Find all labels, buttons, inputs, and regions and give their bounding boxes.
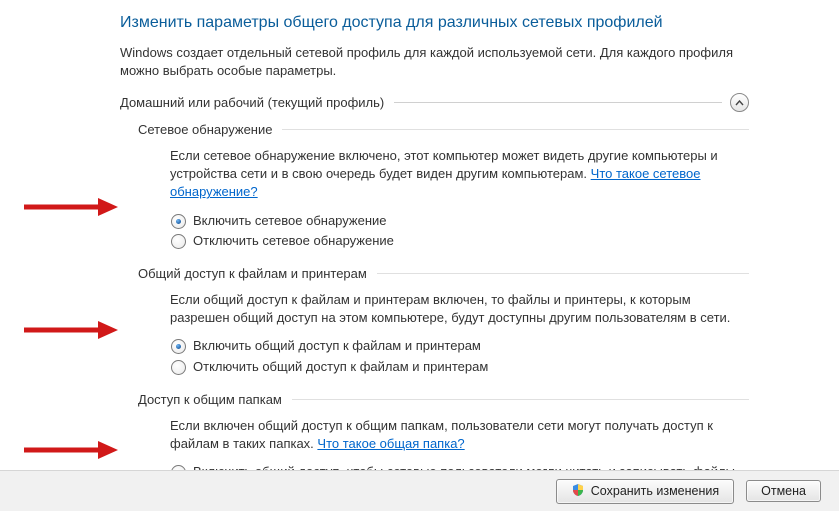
divider: [377, 273, 749, 274]
radio-label: Включить общий доступ к файлам и принтер…: [193, 337, 481, 355]
page-description: Windows создает отдельный сетевой профил…: [120, 44, 749, 79]
divider: [282, 129, 749, 130]
radio-label: Включить сетевое обнаружение: [193, 212, 387, 230]
group-title-discovery: Сетевое обнаружение: [138, 122, 272, 137]
divider: [292, 399, 749, 400]
save-button-label: Сохранить изменения: [591, 484, 719, 498]
radio-label: Отключить сетевое обнаружение: [193, 232, 394, 250]
chevron-up-icon: [735, 100, 744, 106]
radio-label: Отключить общий доступ к файлам и принте…: [193, 358, 488, 376]
public-help-link[interactable]: Что такое общая папка?: [317, 436, 464, 451]
buttons-bar: Сохранить изменения Отмена: [0, 470, 839, 511]
group-title-public: Доступ к общим папкам: [138, 392, 282, 407]
profile-title: Домашний или рабочий (текущий профиль): [120, 95, 384, 110]
radio-discovery-off[interactable]: [171, 234, 186, 249]
save-button[interactable]: Сохранить изменения: [556, 479, 734, 504]
uac-shield-icon: [571, 483, 585, 500]
radio-fileshare-on[interactable]: [171, 339, 186, 354]
radio-discovery-on[interactable]: [171, 214, 186, 229]
page-title: Изменить параметры общего доступа для ра…: [120, 14, 749, 32]
cancel-button-label: Отмена: [761, 484, 806, 498]
divider: [394, 102, 722, 103]
collapse-button[interactable]: [730, 93, 749, 112]
fileshare-text: Если общий доступ к файлам и принтерам в…: [170, 292, 730, 325]
radio-fileshare-off[interactable]: [171, 360, 186, 375]
cancel-button[interactable]: Отмена: [746, 480, 821, 502]
group-title-fileshare: Общий доступ к файлам и принтерам: [138, 266, 367, 281]
